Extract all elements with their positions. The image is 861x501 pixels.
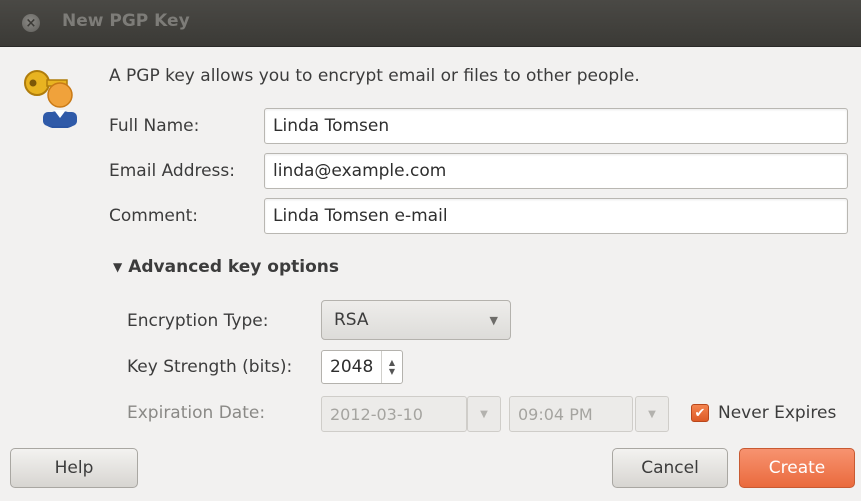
comment-field[interactable] bbox=[264, 198, 848, 234]
time-dropdown-icon: ▼ bbox=[635, 396, 669, 432]
key-pair-icon bbox=[24, 70, 77, 128]
never-expires-option[interactable]: ✔ Never Expires bbox=[691, 403, 836, 423]
expander-arrow-icon: ▼ bbox=[113, 260, 123, 274]
help-button[interactable]: Help bbox=[10, 448, 138, 488]
full-name-field[interactable] bbox=[264, 108, 848, 144]
never-expires-label: Never Expires bbox=[718, 403, 837, 423]
dialog-description: A PGP key allows you to encrypt email or… bbox=[109, 66, 640, 86]
encryption-type-label: Encryption Type: bbox=[127, 311, 269, 331]
chevron-down-icon: ▼ bbox=[489, 313, 498, 327]
create-button[interactable]: Create bbox=[739, 448, 855, 488]
date-dropdown-icon: ▼ bbox=[467, 396, 501, 432]
email-address-label: Email Address: bbox=[109, 161, 235, 181]
window-title: New PGP Key bbox=[62, 11, 190, 31]
email-address-field[interactable] bbox=[264, 153, 848, 189]
close-icon[interactable]: × bbox=[22, 14, 40, 32]
encryption-type-value: RSA bbox=[334, 310, 369, 330]
title-bar: × New PGP Key bbox=[0, 0, 861, 47]
checkmark-icon: ✔ bbox=[694, 405, 706, 421]
key-strength-spinner[interactable]: 2048 ▲ ▼ bbox=[321, 350, 403, 384]
full-name-label: Full Name: bbox=[109, 116, 200, 136]
encryption-type-dropdown[interactable]: RSA ▼ bbox=[321, 300, 511, 340]
never-expires-checkbox[interactable]: ✔ bbox=[691, 404, 709, 422]
cancel-button[interactable]: Cancel bbox=[612, 448, 728, 488]
key-strength-label: Key Strength (bits): bbox=[127, 357, 293, 377]
comment-label: Comment: bbox=[109, 206, 199, 226]
advanced-options-toggle[interactable]: ▼ Advanced key options bbox=[113, 257, 339, 277]
expiration-time-field: 09:04 PM bbox=[509, 396, 633, 432]
advanced-options-label: Advanced key options bbox=[128, 257, 339, 277]
spin-arrows-icon[interactable]: ▲ ▼ bbox=[381, 351, 402, 383]
key-strength-value: 2048 bbox=[330, 357, 374, 377]
expiration-date-field: 2012-03-10 bbox=[321, 396, 467, 432]
expiration-date-label: Expiration Date: bbox=[127, 403, 266, 423]
